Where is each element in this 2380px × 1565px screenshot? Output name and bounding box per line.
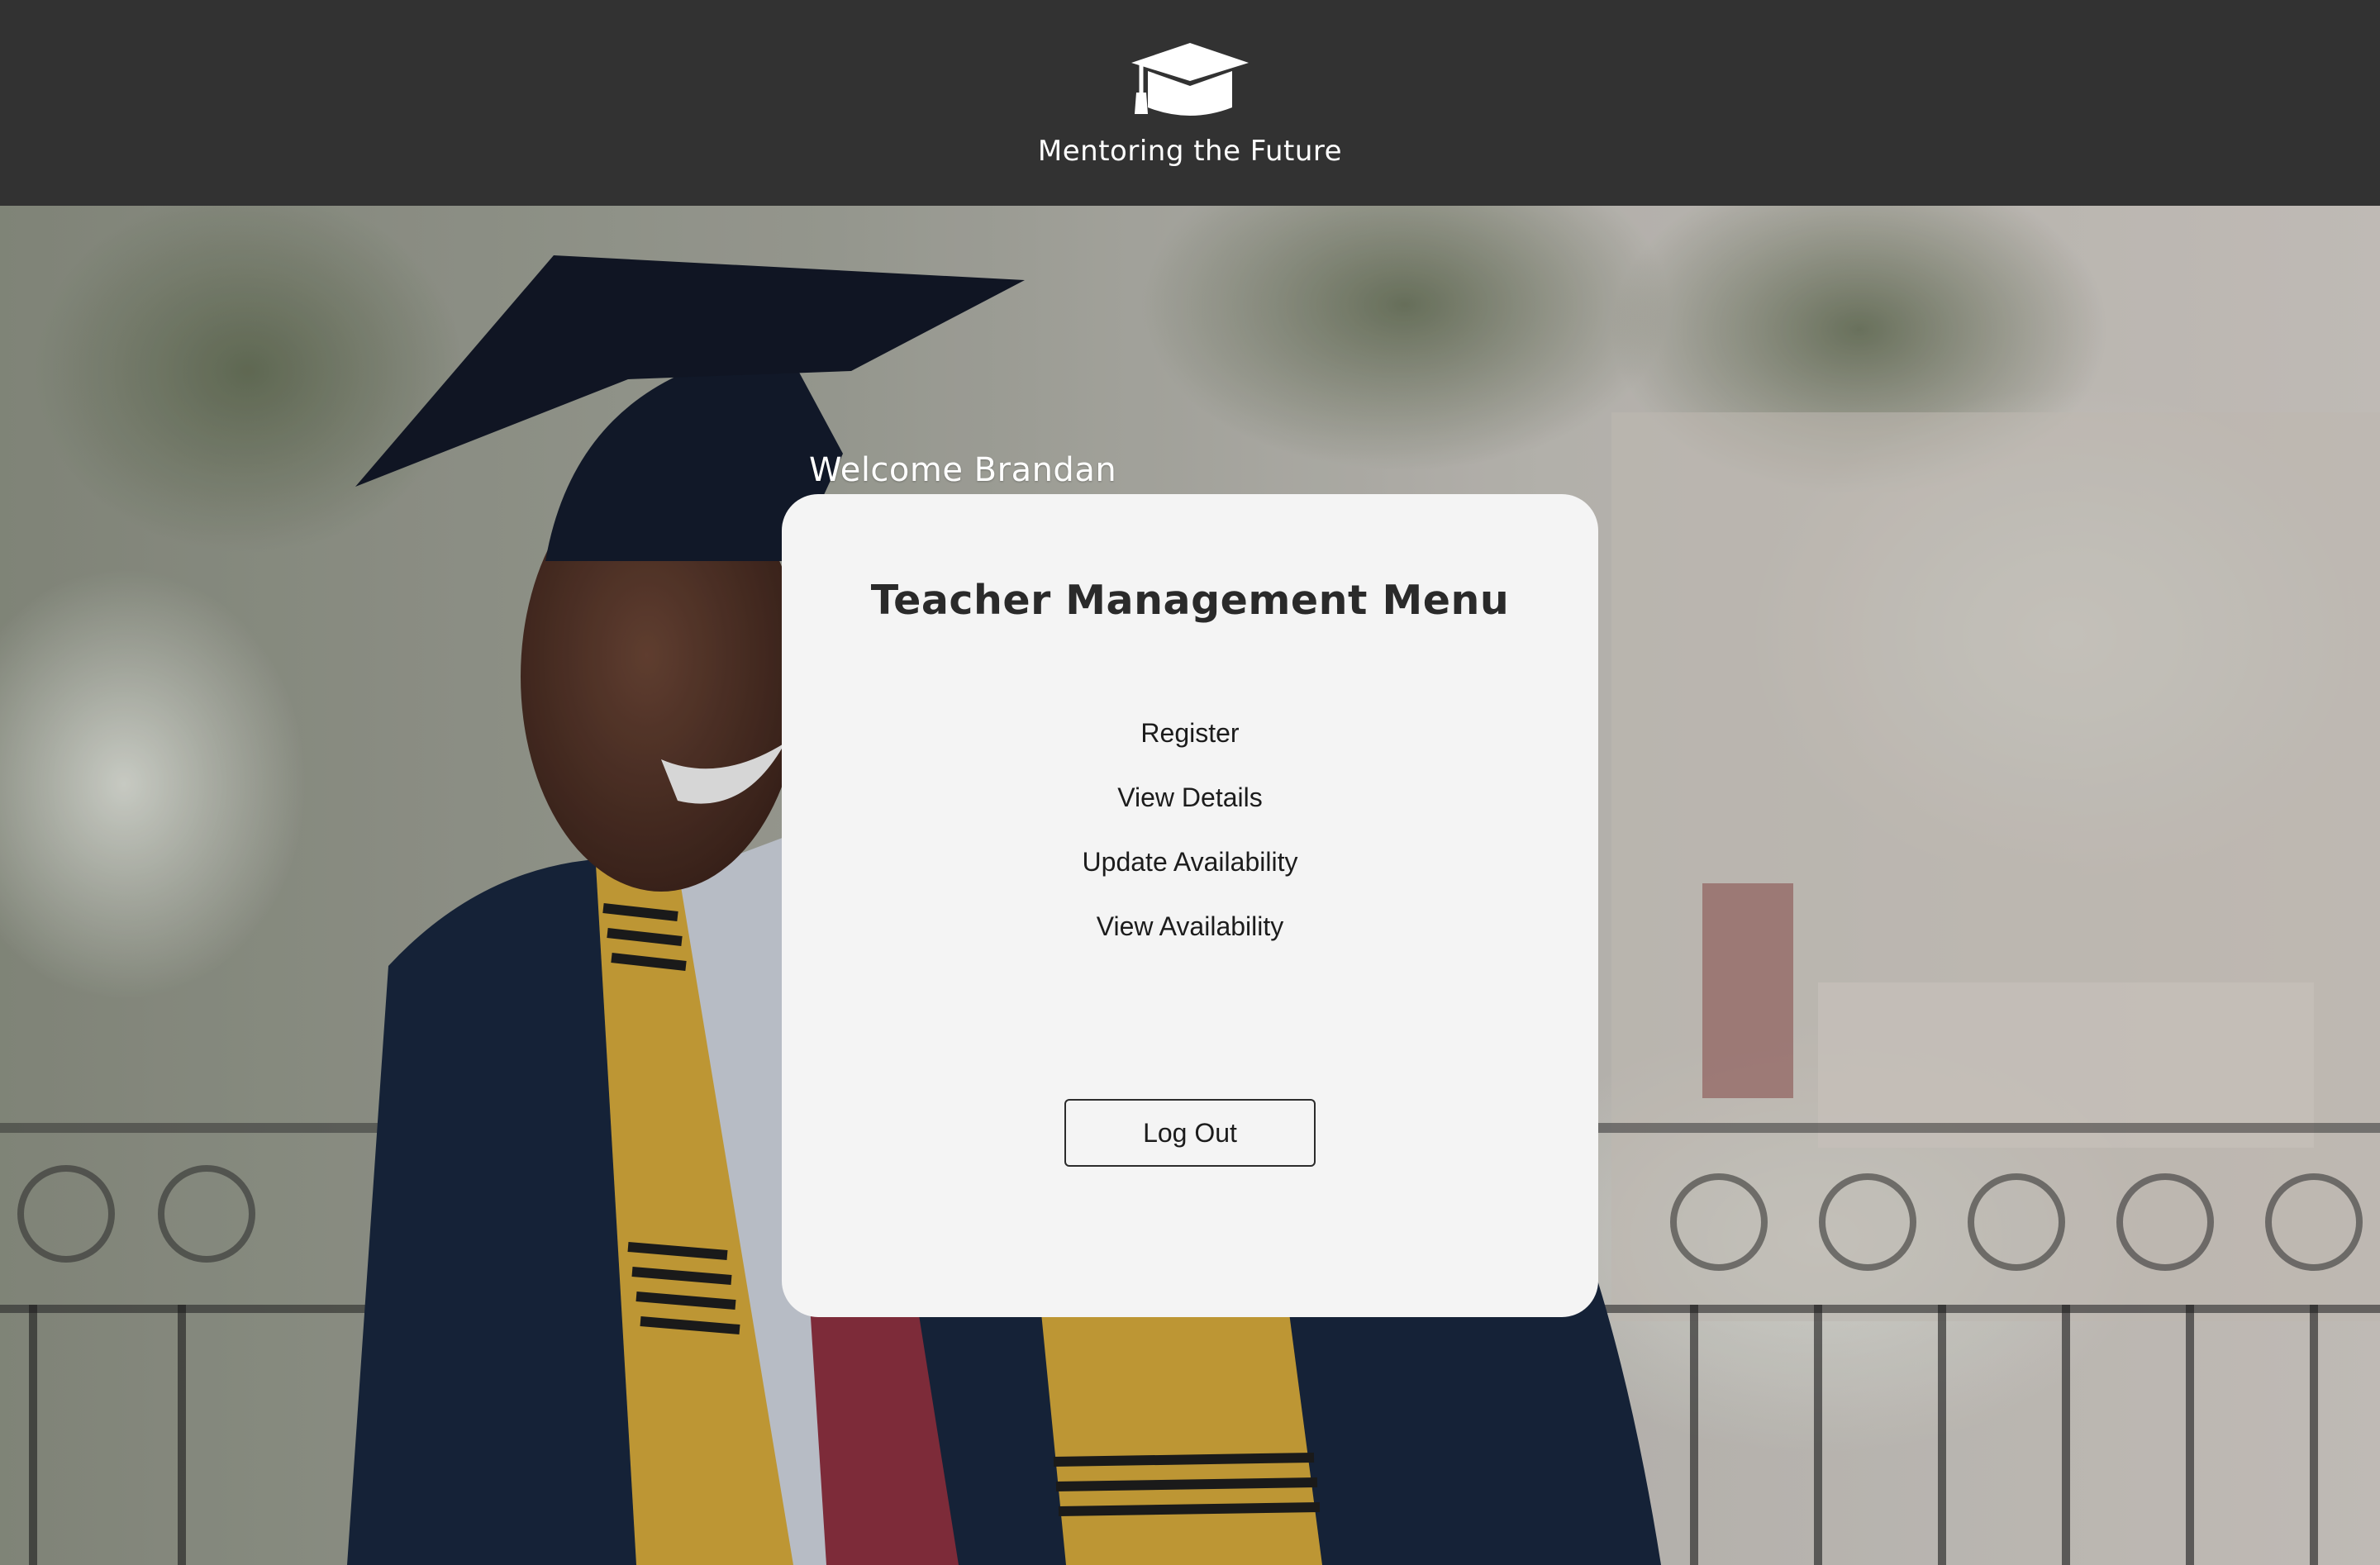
teacher-menu-card: Teacher Management Menu Register View De… [782, 494, 1598, 1317]
logout-button[interactable]: Log Out [1064, 1099, 1316, 1167]
welcome-message: Welcome Brandan [809, 451, 1117, 489]
card-title: Teacher Management Menu [870, 577, 1510, 624]
page: Mentoring the Future Welcome Brandan Tea… [0, 0, 2380, 1565]
register-link[interactable]: Register [1140, 718, 1239, 748]
site-header: Mentoring the Future [0, 0, 2380, 206]
graduation-cap-icon [1131, 43, 1249, 116]
update-availability-link[interactable]: Update Availability [1083, 847, 1298, 877]
brand-name: Mentoring the Future [1037, 135, 1343, 168]
teacher-menu-list: Register View Details Update Availabilit… [782, 701, 1598, 959]
menu-item-update-availability: Update Availability [782, 830, 1598, 894]
menu-item-view-details: View Details [782, 765, 1598, 830]
menu-item-view-availability: View Availability [782, 894, 1598, 959]
view-details-link[interactable]: View Details [1117, 782, 1262, 812]
menu-item-register: Register [782, 701, 1598, 765]
view-availability-link[interactable]: View Availability [1097, 911, 1284, 941]
